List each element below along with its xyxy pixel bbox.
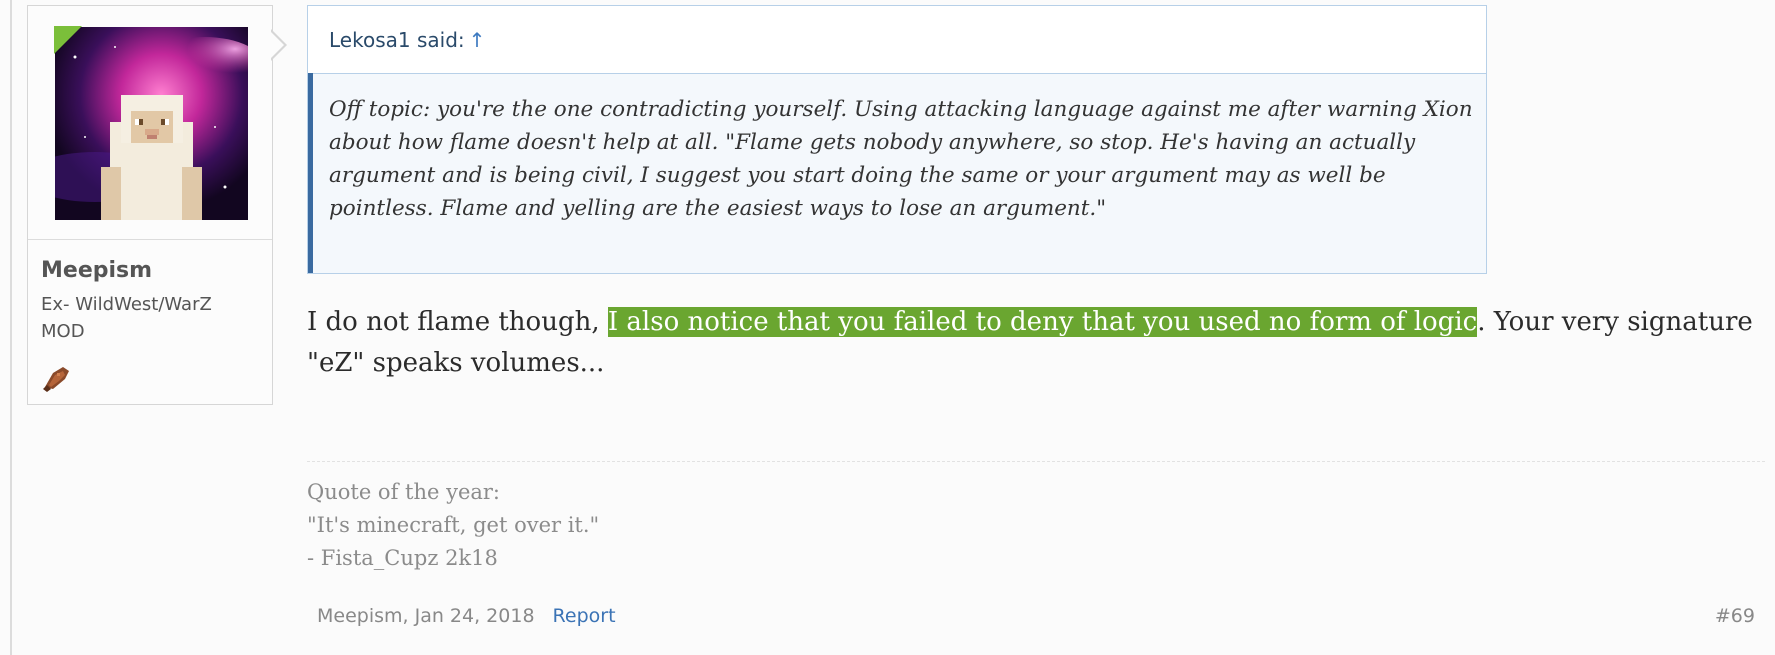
report-link[interactable]: Report (553, 605, 616, 627)
signature-line-2: "It's minecraft, get over it." (307, 513, 600, 537)
quote-text: Off topic: you're the one contradicting … (329, 97, 1473, 221)
username[interactable]: Meepism (41, 258, 152, 283)
signature-line-1: Quote of the year: (307, 480, 501, 504)
thread-left-border (10, 0, 12, 655)
quote-header: Lekosa1 said: ↑ (308, 6, 1486, 74)
card-pointer-arrow-inner (270, 31, 284, 59)
quote-attribution: Lekosa1 said: ↑ (329, 28, 485, 52)
signature-divider (307, 461, 1765, 462)
quote-accent-bar (308, 73, 313, 273)
online-indicator (54, 26, 82, 54)
message-text-before: I do not flame though, (307, 307, 608, 337)
highlighted-text: I also notice that you failed to deny th… (607, 307, 1478, 337)
pickaxe-trophy-icon[interactable] (41, 363, 73, 393)
signature: Quote of the year: "It's minecraft, get … (307, 476, 599, 575)
sheep-galaxy-avatar-icon (55, 27, 248, 220)
jump-to-quote-icon[interactable]: ↑ (469, 28, 486, 52)
user-card: Meepism Ex- WildWest/WarZ MOD (27, 5, 273, 405)
post-author-date[interactable]: Meepism, Jan 24, 2018 (317, 605, 535, 627)
post-footer: Meepism, Jan 24, 2018 Report (317, 605, 616, 627)
card-divider (28, 239, 272, 240)
quote-block: Lekosa1 said: ↑ Off topic: you're the one… (307, 5, 1487, 274)
user-title-line-2: MOD (41, 321, 85, 342)
user-title-line-1: Ex- WildWest/WarZ (41, 294, 212, 315)
quote-author: Lekosa1 said: (329, 28, 465, 52)
signature-line-3: - Fista_Cupz 2k18 (307, 546, 498, 570)
message-text: I do not flame though, I also notice tha… (307, 302, 1757, 384)
post-number-link[interactable]: #69 (1715, 605, 1755, 627)
user-title: Ex- WildWest/WarZ MOD (41, 291, 212, 345)
forum-post: Meepism Ex- WildWest/WarZ MOD Lekosa1 sa… (0, 0, 1775, 655)
avatar[interactable] (55, 27, 248, 220)
